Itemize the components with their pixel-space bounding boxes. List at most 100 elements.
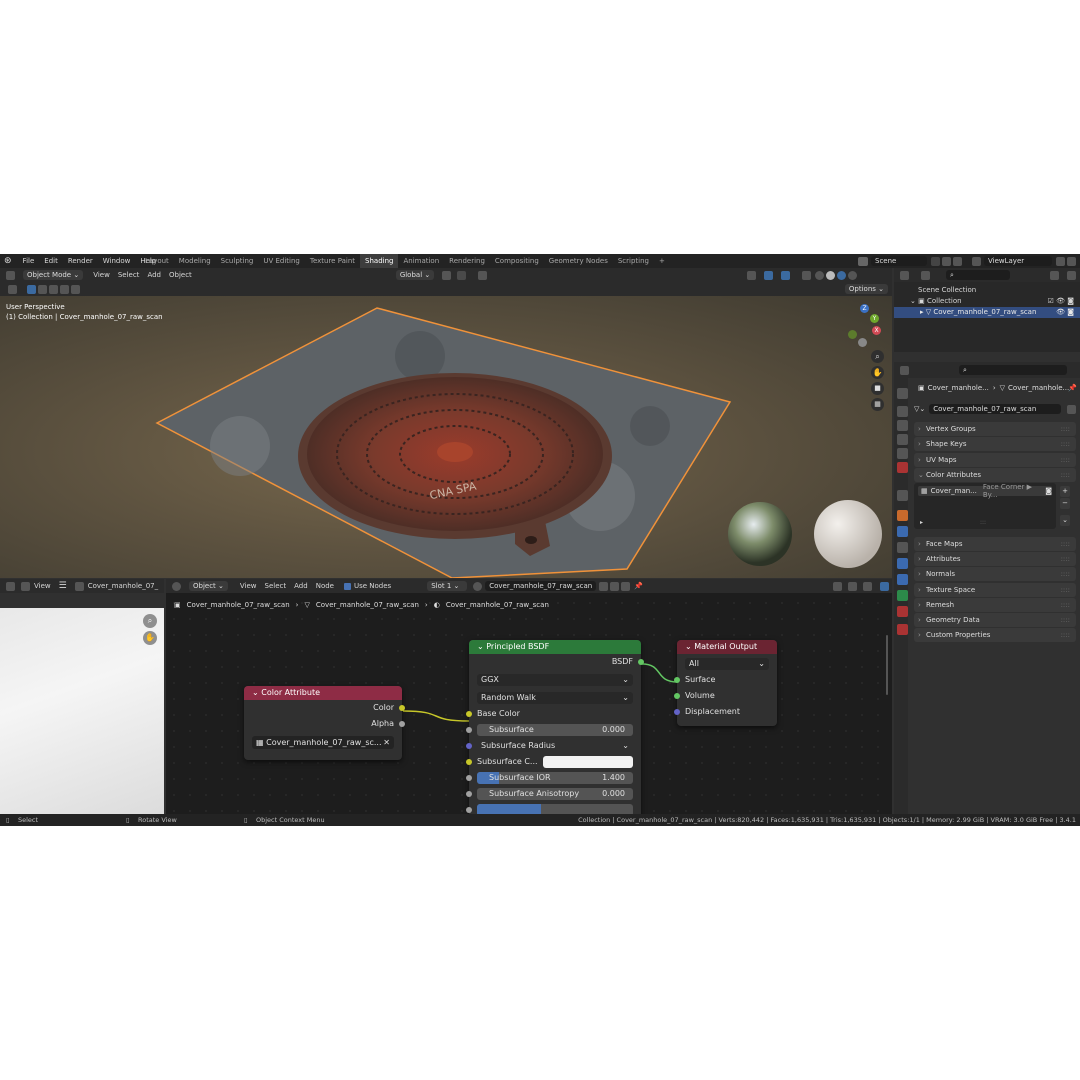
out-color-socket[interactable]	[399, 705, 405, 711]
color-attribute-header[interactable]: ⌄ Color Attribute	[244, 686, 402, 700]
link-bsdf-to-surface[interactable]	[641, 663, 679, 683]
particles-tab-icon[interactable]	[897, 542, 908, 553]
options-button[interactable]: Options ⌄	[844, 284, 888, 294]
drag-handle-icon[interactable]: ::::	[1061, 453, 1070, 467]
select-box-icon[interactable]	[27, 284, 36, 294]
material-shading-icon[interactable]	[837, 270, 847, 280]
image-canvas[interactable]: ⌕ ✋	[0, 608, 164, 814]
drag-handle-icon[interactable]: ::::	[1061, 537, 1070, 551]
new-view-layer-icon[interactable]	[1056, 256, 1065, 266]
material-output-header[interactable]: ⌄ Material Output	[677, 640, 777, 654]
pin-icon[interactable]: 📌	[634, 582, 643, 590]
proportional-icon[interactable]	[478, 270, 488, 280]
hamburger-menu-icon[interactable]: ☰	[59, 581, 67, 591]
volume-socket[interactable]	[674, 693, 680, 699]
out-alpha-socket[interactable]	[399, 721, 405, 727]
panel-attributes[interactable]: › Attributes::::	[914, 552, 1076, 567]
new-collection-icon[interactable]	[1067, 270, 1076, 280]
surface-socket[interactable]	[674, 677, 680, 683]
material-browse-icon[interactable]	[473, 581, 483, 591]
tab-compositing[interactable]: Compositing	[490, 254, 544, 268]
node-menu-view[interactable]: View	[236, 582, 261, 590]
node-menu-add[interactable]: Add	[290, 582, 312, 590]
wireframe-shading-icon[interactable]	[815, 270, 825, 280]
hdri-preview-sphere[interactable]	[728, 502, 792, 566]
subsurface-aniso-slider[interactable]: Subsurface Anisotropy 0.000	[477, 788, 633, 800]
clear-icon[interactable]: ✕	[383, 736, 390, 749]
menu-window[interactable]: Window	[98, 254, 136, 268]
remove-color-attribute-button[interactable]: −	[1060, 498, 1070, 509]
image-zoom-icon[interactable]: ⌕	[143, 614, 157, 628]
tab-animation[interactable]: Animation	[398, 254, 444, 268]
image-browse-icon[interactable]	[74, 581, 84, 591]
scene-field[interactable]: Scene	[871, 256, 927, 266]
panel-geometry-data[interactable]: › Geometry Data::::	[914, 613, 1076, 627]
mesh-name-field[interactable]: Cover_manhole_07_raw_scan	[929, 404, 1062, 414]
tab-scripting[interactable]: Scripting	[613, 254, 654, 268]
panel-uv-maps[interactable]: › UV Maps::::	[914, 452, 1076, 467]
scene-collection-row[interactable]: Scene Collection	[894, 285, 1080, 296]
select-intersect-icon[interactable]	[71, 284, 80, 294]
image-mode-icon[interactable]	[21, 581, 30, 591]
subsurface-color-swatch[interactable]	[543, 756, 633, 768]
color-attribute-menu-button[interactable]: ⌄	[1060, 515, 1070, 526]
tab-uv-editing[interactable]: UV Editing	[258, 254, 305, 268]
solid-shading-icon[interactable]	[826, 270, 836, 280]
select-extend-icon[interactable]	[38, 284, 47, 294]
image-view-menu[interactable]: View	[34, 582, 51, 590]
panel-custom-properties[interactable]: › Custom Properties::::	[914, 628, 1076, 643]
node-gizmo-icon[interactable]	[862, 581, 872, 591]
delete-scene-icon[interactable]	[953, 256, 962, 266]
scene-icon[interactable]	[858, 256, 868, 266]
world-tab-icon[interactable]	[897, 462, 908, 473]
gizmo-y[interactable]: Y	[870, 314, 879, 323]
fake-user-icon[interactable]	[599, 581, 609, 591]
gizmo-neg-y[interactable]	[848, 330, 857, 339]
drag-handle-icon[interactable]: ::::	[1061, 567, 1070, 581]
collection-row[interactable]: ⌄ ▣ Collection ☑ 👁 ◙	[894, 296, 1080, 307]
base-color-socket[interactable]	[466, 711, 472, 717]
drag-handle-icon[interactable]: ::::	[1061, 437, 1070, 451]
output-tab-icon[interactable]	[897, 420, 908, 431]
orientation-dropdown[interactable]: Global ⌄	[395, 270, 435, 280]
node-menu-select[interactable]: Select	[261, 582, 291, 590]
gizmo-neg-z[interactable]	[858, 338, 867, 347]
image-editor-type-icon[interactable]	[6, 581, 15, 591]
viewport-3d[interactable]: User Perspective (1) Collection | Cover_…	[0, 296, 892, 578]
metallic-socket[interactable]	[466, 807, 472, 813]
render-camera-icon[interactable]: ◙	[1045, 487, 1052, 495]
drag-handle-icon[interactable]: ::::	[1061, 468, 1070, 482]
subsurface-color-socket[interactable]	[466, 759, 472, 765]
view-layer-tab-icon[interactable]	[897, 434, 908, 445]
object-tab-icon[interactable]	[897, 510, 908, 521]
render-tab-icon[interactable]	[897, 406, 908, 417]
mode-dropdown[interactable]: Object Mode ⌄	[23, 270, 84, 280]
camera-icon[interactable]: ■	[871, 382, 884, 395]
tab-geometry-nodes[interactable]: Geometry Nodes	[544, 254, 613, 268]
modifier-tab-icon[interactable]	[897, 526, 908, 537]
principled-header[interactable]: ⌄ Principled BSDF	[469, 640, 641, 654]
output-target-dropdown[interactable]: All ⌄	[685, 658, 769, 670]
node-menu-node[interactable]: Node	[312, 582, 338, 590]
image-pan-icon[interactable]: ✋	[143, 631, 157, 645]
node-editor-canvas[interactable]: ▣ Cover_manhole_07_raw_scan › ▽ Cover_manhol…	[166, 595, 892, 814]
delete-view-layer-icon[interactable]	[1067, 256, 1076, 266]
filter-icon[interactable]	[1050, 270, 1059, 280]
gizmo-z[interactable]: Z	[860, 304, 869, 313]
tab-layout[interactable]: Layout	[140, 254, 174, 268]
metallic-slider[interactable]	[477, 804, 633, 814]
subsurface-ior-slider[interactable]: Subsurface IOR 1.400	[477, 772, 633, 784]
viewport-menu-select[interactable]: Select	[114, 271, 144, 279]
scene-tab-icon[interactable]	[897, 448, 908, 459]
color-attributes-list[interactable]: ▦ Cover_man... Face Corner ▶ By... ◙ ▸ :…	[914, 483, 1056, 529]
subsurface-method-dropdown[interactable]: Random Walk ⌄	[477, 692, 633, 704]
physics-tab-icon[interactable]	[897, 558, 908, 569]
drag-handle-icon[interactable]: ::::	[1061, 628, 1070, 642]
select-subtract-icon[interactable]	[49, 284, 58, 294]
node-overlay-icon[interactable]	[847, 581, 857, 591]
select-invert-icon[interactable]	[60, 284, 69, 294]
properties-type-icon[interactable]	[900, 365, 909, 375]
snap-node-icon[interactable]	[832, 581, 842, 591]
tab-shading[interactable]: Shading	[360, 254, 399, 268]
tab-rendering[interactable]: Rendering	[444, 254, 490, 268]
